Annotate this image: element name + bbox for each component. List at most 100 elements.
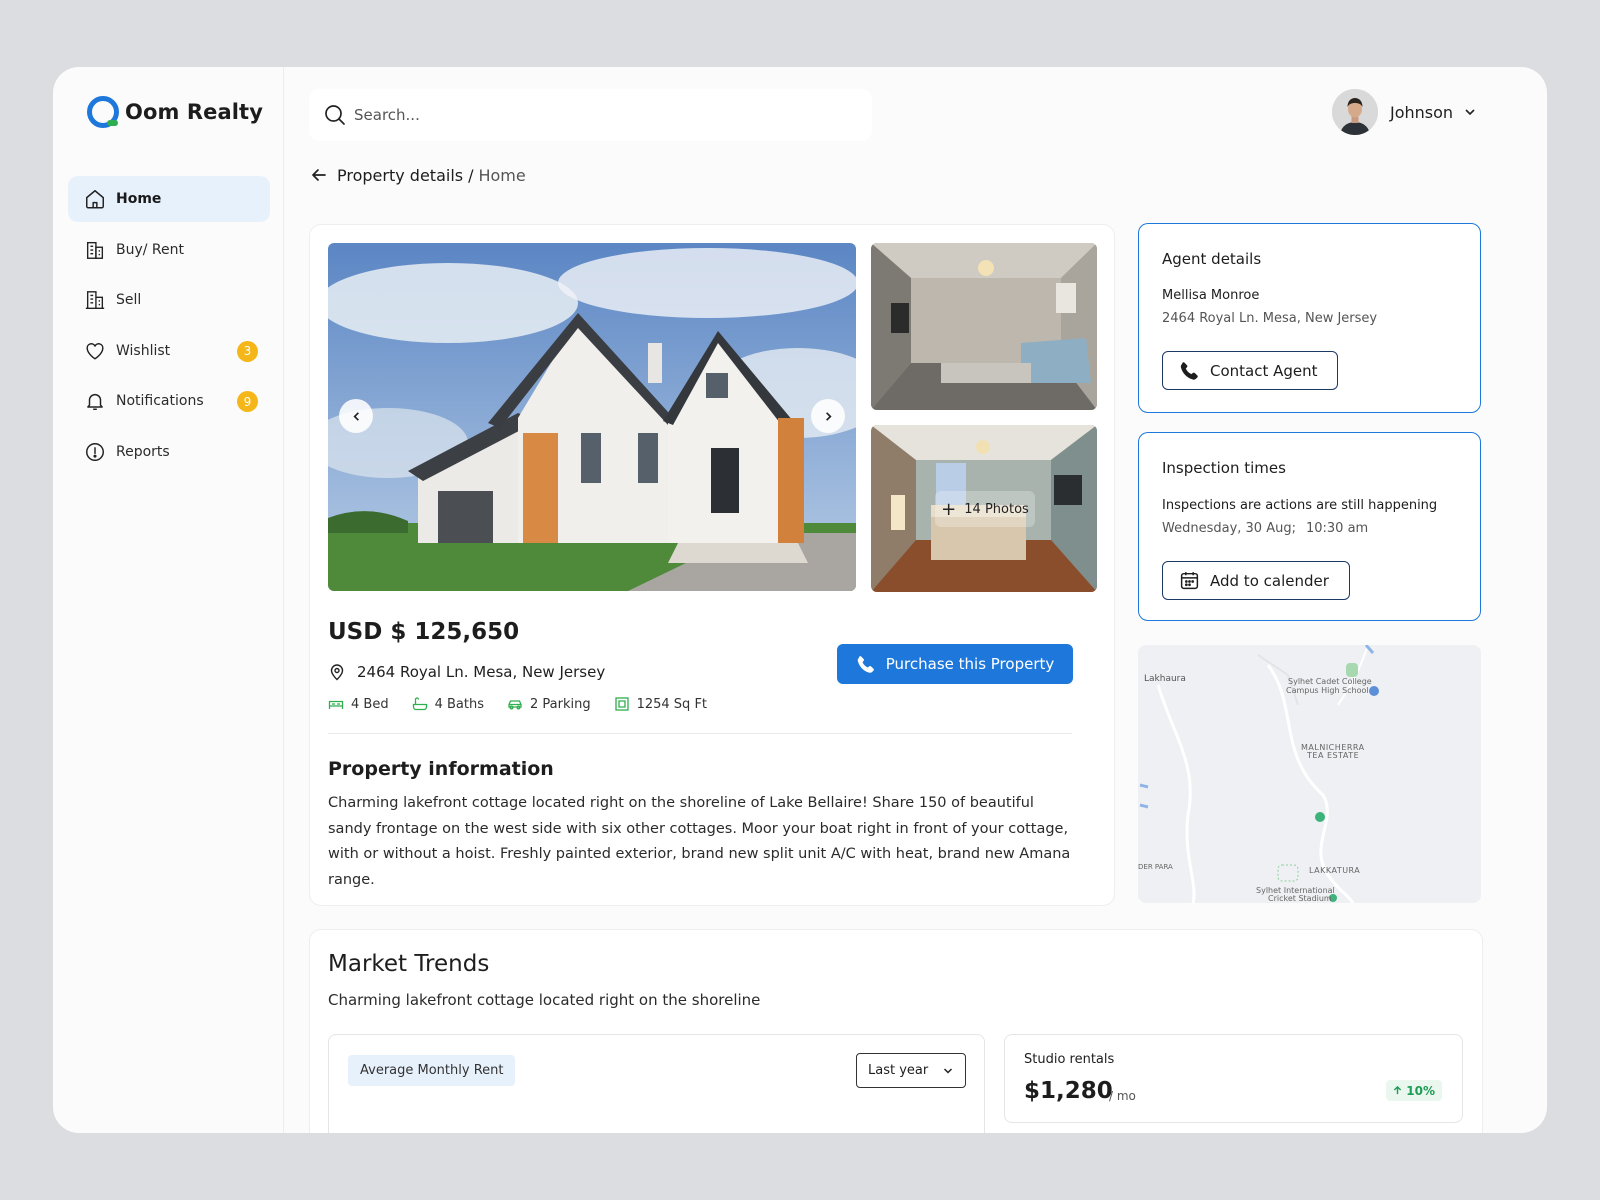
search-bar: [309, 89, 872, 141]
average-rent-panel: Average Monthly Rent Last year: [328, 1034, 985, 1133]
property-card: + 14 Photos USD $ 125,650 2464 Royal Ln.…: [309, 224, 1115, 906]
living-room-photo[interactable]: [871, 243, 1097, 410]
office-icon: [83, 288, 107, 312]
area-size: 1254 Sq Ft: [636, 696, 708, 712]
inspection-times-card: Inspection times Inspections are actions…: [1138, 432, 1481, 621]
property-address: 2464 Royal Ln. Mesa, New Jersey: [328, 663, 605, 681]
search-input[interactable]: [354, 106, 834, 124]
baths-count: 4 Baths: [434, 696, 484, 712]
logo-icon: [87, 96, 119, 128]
user-name: Johnson: [1390, 102, 1454, 122]
sidebar-item-label: Sell: [116, 292, 142, 308]
building-icon: [83, 238, 107, 262]
property-price: USD $ 125,650: [328, 619, 520, 645]
map-label-lakhaura: Lakhaura: [1144, 674, 1186, 684]
bell-icon: [83, 389, 107, 413]
map-label-school-2: Campus High School: [1286, 686, 1369, 695]
studio-rentals-unit: / mo: [1109, 1089, 1136, 1103]
more-photos-count: 14: [964, 501, 981, 517]
more-photos-button[interactable]: + 14 Photos: [935, 491, 1035, 527]
notifications-count-badge: 9: [237, 391, 258, 412]
map-label-para: DER PARA: [1138, 863, 1173, 871]
map-label-school-1: Sylhet Cadet College: [1288, 677, 1372, 686]
agent-details-card: Agent details Mellisa Monroe 2464 Royal …: [1138, 223, 1481, 413]
growth-value: 10%: [1406, 1083, 1435, 1098]
add-to-calendar-button[interactable]: Add to calender: [1162, 561, 1350, 600]
chevron-down-icon: [1465, 109, 1475, 116]
bath-icon: [412, 697, 427, 711]
divider: [328, 733, 1072, 734]
search-icon: [325, 105, 345, 125]
purchase-property-button[interactable]: Purchase this Property: [837, 644, 1073, 684]
sidebar: Oom Realty Home Buy/ Rent Sell Wishlist …: [53, 67, 284, 1133]
logo[interactable]: Oom Realty: [85, 93, 263, 131]
breadcrumb: Property details / Home: [309, 165, 526, 185]
agent-name: Mellisa Monroe: [1162, 288, 1260, 303]
inspection-times-title: Inspection times: [1162, 459, 1286, 477]
contact-agent-button[interactable]: Contact Agent: [1162, 351, 1338, 390]
sidebar-item-sell[interactable]: Sell: [68, 277, 270, 323]
average-rent-tag: Average Monthly Rent: [348, 1055, 516, 1086]
location-pin-icon: [330, 664, 344, 681]
bedroom-photo[interactable]: + 14 Photos: [871, 425, 1097, 592]
market-trends-title: Market Trends: [328, 951, 490, 977]
agent-details-title: Agent details: [1162, 250, 1262, 268]
sidebar-item-label: Wishlist: [116, 342, 171, 359]
next-photo-button[interactable]: [811, 399, 845, 433]
inspection-status: Inspections are actions are still happen…: [1162, 498, 1438, 513]
phone-icon: [1180, 362, 1198, 380]
area-feature: 1254 Sq Ft: [614, 696, 707, 712]
property-information-title: Property information: [328, 758, 554, 780]
bed-feature: 4 Bed: [328, 696, 389, 712]
parking-feature: 2 Parking: [507, 696, 591, 712]
area-icon: [614, 697, 629, 711]
property-information-text: Charming lakefront cottage located right…: [328, 795, 1071, 888]
market-trends-section: Market Trends Charming lakefront cottage…: [309, 929, 1483, 1133]
inspection-date: Wednesday, 30 Aug;: [1162, 521, 1296, 536]
agent-address: 2464 Royal Ln. Mesa, New Jersey: [1162, 311, 1378, 326]
sidebar-item-label: Buy/ Rent: [116, 241, 185, 258]
period-select-value: Last year: [868, 1063, 929, 1078]
alert-circle-icon: [83, 440, 107, 464]
brand-name: Oom Realty: [125, 100, 263, 124]
baths-feature: 4 Baths: [412, 696, 484, 712]
sidebar-item-home[interactable]: Home: [68, 176, 270, 222]
previous-photo-button[interactable]: [339, 399, 373, 433]
map-label-tea-2: TEA ESTATE: [1307, 751, 1360, 760]
chevron-left-icon: [352, 411, 359, 421]
sidebar-item-reports[interactable]: Reports: [68, 429, 270, 475]
studio-rentals-title: Studio rentals: [1024, 1052, 1115, 1067]
add-to-calendar-label: Add to calender: [1210, 571, 1329, 590]
breadcrumb-home-link[interactable]: Home: [478, 166, 525, 185]
contact-agent-label: Contact Agent: [1210, 361, 1318, 380]
avatar[interactable]: [1332, 89, 1378, 135]
sidebar-item-buy-rent[interactable]: Buy/ Rent: [68, 227, 270, 273]
app-window: Oom Realty Home Buy/ Rent Sell Wishlist …: [53, 67, 1547, 1133]
period-select[interactable]: Last year: [856, 1053, 966, 1088]
user-menu[interactable]: Johnson: [1332, 89, 1477, 135]
sidebar-nav: Home Buy/ Rent Sell Wishlist 3 Notificat…: [68, 176, 270, 479]
calendar-icon: [1180, 572, 1199, 590]
inspection-schedule: Wednesday, 30 Aug; 10:30 am: [1162, 521, 1368, 536]
sidebar-item-wishlist[interactable]: Wishlist 3: [68, 328, 270, 374]
growth-badge: 10%: [1386, 1080, 1442, 1101]
inspection-time: 10:30 am: [1305, 521, 1369, 536]
purchase-label: Purchase this Property: [885, 655, 1055, 673]
home-icon: [83, 187, 107, 211]
property-features: 4 Bed 4 Baths 2 Parking 1254 Sq Ft: [328, 696, 730, 712]
studio-rentals-panel: Studio rentals $1,280 / mo 10%: [1004, 1034, 1463, 1123]
sidebar-item-label: Notifications: [116, 393, 204, 409]
market-trends-subtitle: Charming lakefront cottage located right…: [328, 991, 761, 1009]
location-map[interactable]: Lakhaura Sylhet Cadet College Campus Hig…: [1138, 645, 1481, 903]
arrow-left-icon[interactable]: [309, 165, 329, 185]
sidebar-item-label: Home: [116, 191, 162, 207]
car-icon: [508, 700, 522, 710]
parking-count: 2 Parking: [529, 696, 591, 712]
studio-rentals-price: $1,280: [1024, 1078, 1113, 1104]
sidebar-item-notifications[interactable]: Notifications 9: [68, 378, 270, 424]
bed-icon: [328, 700, 344, 709]
wishlist-count-badge: 3: [237, 340, 258, 362]
chevron-down-icon: [943, 1068, 953, 1074]
breadcrumb-separator: /: [468, 165, 474, 185]
main-property-photo[interactable]: [328, 243, 856, 591]
